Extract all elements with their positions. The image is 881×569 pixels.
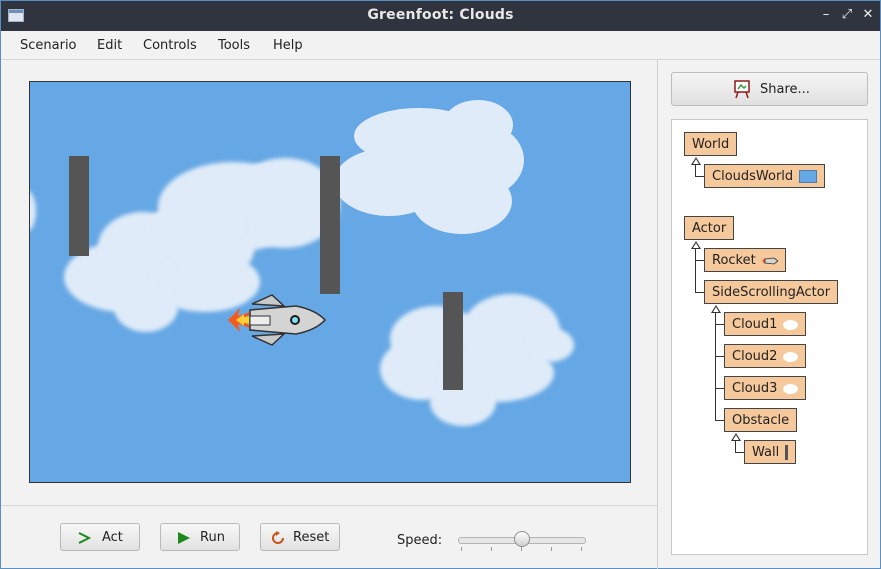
cloud: [526, 328, 574, 362]
menu-help[interactable]: Help: [273, 38, 303, 53]
class-sidescrollingactor-label: SideScrollingActor: [712, 285, 831, 300]
class-cloud1-label: Cloud1: [732, 317, 778, 332]
act-label: Act: [102, 530, 123, 545]
title-bar: Greenfoot: Clouds – ⤢ ✕: [1, 1, 880, 31]
wall: [69, 156, 89, 256]
play-icon: [178, 532, 190, 544]
slider-tick: [551, 547, 552, 551]
rocket-sprite: [228, 294, 327, 346]
menu-bar: Scenario Edit Controls Tools Help: [1, 31, 880, 60]
control-divider: [1, 505, 657, 506]
wall: [320, 156, 340, 294]
class-actor[interactable]: Actor: [684, 216, 735, 240]
share-label: Share...: [760, 82, 810, 97]
menu-tools[interactable]: Tools: [218, 38, 250, 53]
reset-button[interactable]: Reset: [260, 523, 340, 551]
act-icon: [78, 532, 91, 544]
class-cloud2[interactable]: Cloud2: [724, 344, 807, 368]
cloud: [114, 282, 178, 332]
cloud: [30, 190, 36, 232]
inherit-arrow: [711, 305, 721, 313]
class-wall[interactable]: Wall: [744, 440, 797, 464]
greenfoot-window: Greenfoot: Clouds – ⤢ ✕ Scenario Edit Co…: [0, 0, 881, 569]
slider-tick: [581, 547, 582, 551]
speed-label: Speed:: [397, 533, 443, 548]
class-obstacle-label: Obstacle: [732, 413, 790, 428]
inherit-line: [715, 313, 716, 421]
class-wall-label: Wall: [752, 445, 780, 460]
run-button[interactable]: Run: [160, 523, 240, 551]
class-diagram: World CloudsWorld Actor Rocket SideScrol…: [671, 119, 868, 555]
wall: [443, 292, 463, 390]
class-actor-label: Actor: [692, 221, 727, 236]
share-button[interactable]: Share...: [671, 72, 868, 106]
cloud: [170, 222, 254, 278]
inherit-line: [695, 249, 696, 293]
class-rocket-label: Rocket: [712, 253, 756, 268]
inherit-arrow: [691, 157, 701, 165]
inherit-arrow: [731, 433, 741, 441]
cloud: [430, 378, 496, 426]
inherit-arrow: [691, 241, 701, 249]
cloud: [430, 122, 524, 198]
rocket-icon: [761, 257, 778, 264]
slider-tick: [521, 547, 522, 551]
class-cloud3[interactable]: Cloud3: [724, 376, 807, 400]
minimize-icon[interactable]: –: [818, 7, 834, 23]
slider-tick: [461, 547, 462, 551]
world-view[interactable]: [29, 81, 631, 483]
class-cloud1[interactable]: Cloud1: [724, 312, 807, 336]
class-obstacle[interactable]: Obstacle: [724, 408, 798, 432]
slider-tick: [491, 547, 492, 551]
panel-divider: [657, 60, 658, 569]
act-button[interactable]: Act: [60, 523, 140, 551]
maximize-icon[interactable]: ⤢: [839, 7, 855, 23]
menu-scenario[interactable]: Scenario: [20, 38, 77, 53]
menu-edit[interactable]: Edit: [97, 38, 122, 53]
cloud-icon: [783, 351, 799, 362]
world-image-icon: [799, 170, 818, 183]
reset-label: Reset: [293, 530, 330, 545]
close-icon[interactable]: ✕: [860, 7, 876, 23]
class-cloud3-label: Cloud3: [732, 381, 778, 396]
class-world-label: World: [692, 137, 730, 152]
window-title: Greenfoot: Clouds: [367, 7, 514, 23]
class-cloudsworld[interactable]: CloudsWorld: [704, 164, 826, 188]
class-world[interactable]: World: [684, 132, 738, 156]
class-cloudsworld-label: CloudsWorld: [712, 169, 794, 184]
cloud-icon: [783, 319, 799, 330]
speed-slider-thumb[interactable]: [514, 531, 530, 547]
menu-controls[interactable]: Controls: [143, 38, 197, 53]
wall-icon: [785, 445, 789, 460]
class-rocket[interactable]: Rocket: [704, 248, 786, 272]
reset-icon: [272, 531, 284, 544]
run-label: Run: [200, 530, 225, 545]
class-sidescrollingactor[interactable]: SideScrollingActor: [704, 280, 839, 304]
cloud-icon: [783, 383, 799, 394]
share-easel-icon: [734, 80, 750, 99]
class-cloud2-label: Cloud2: [732, 349, 778, 364]
